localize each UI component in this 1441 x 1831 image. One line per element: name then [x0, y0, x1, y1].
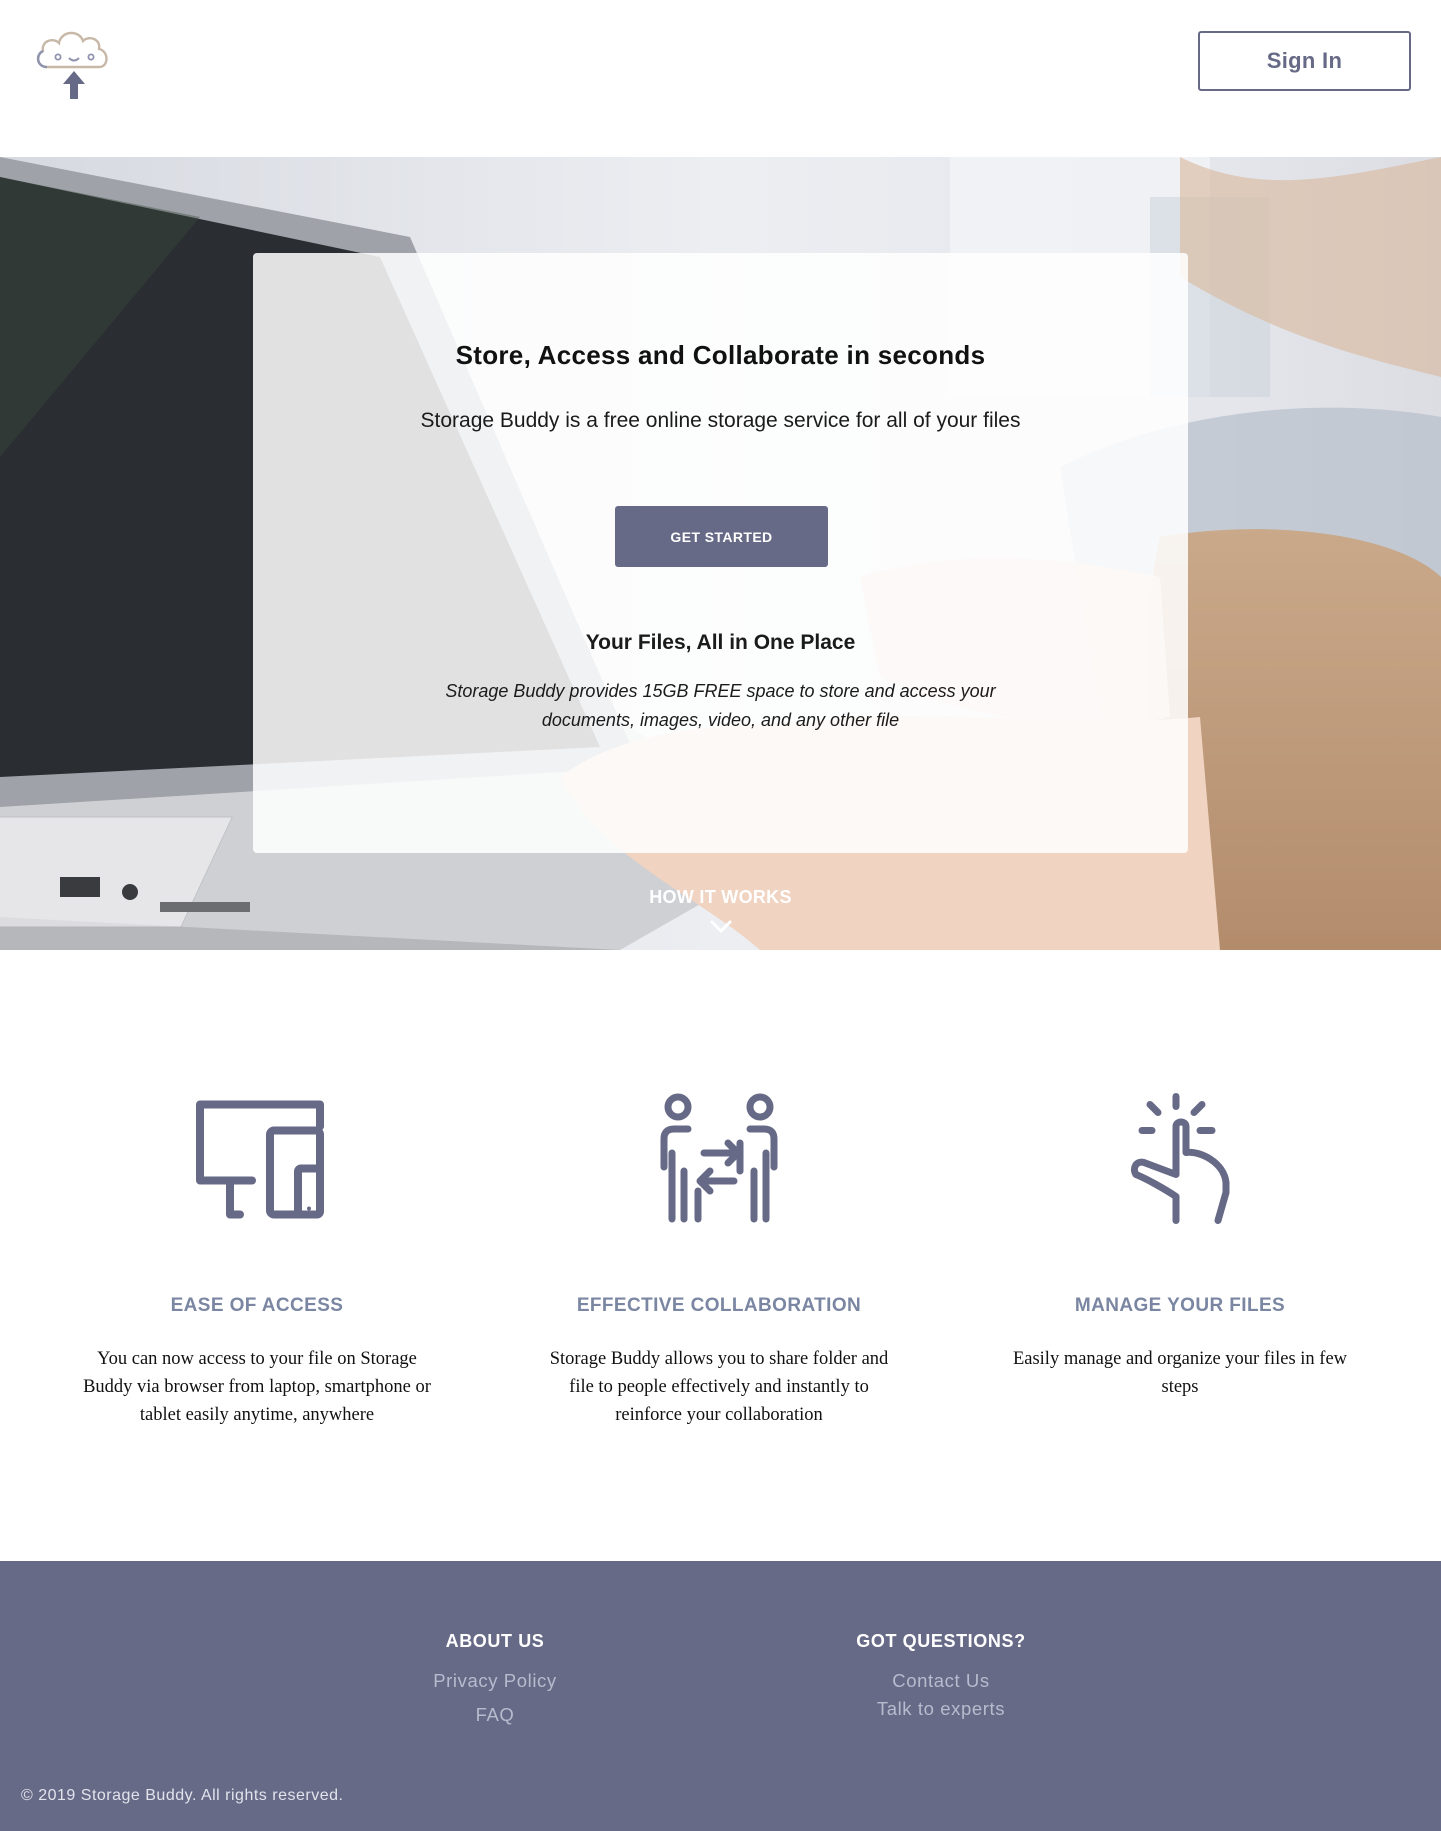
talk-to-experts-link[interactable]: Talk to experts: [791, 1698, 1091, 1720]
faq-link[interactable]: FAQ: [345, 1704, 645, 1726]
hero-section: Store, Access and Collaborate in seconds…: [0, 157, 1441, 950]
hero-card: Store, Access and Collaborate in seconds…: [253, 253, 1188, 853]
hero-title: Store, Access and Collaborate in seconds: [455, 340, 986, 370]
how-it-works-link[interactable]: HOW IT WORKS: [620, 887, 821, 908]
devices-icon: [196, 1100, 324, 1219]
feature-text: Easily manage and organize your files in…: [1012, 1349, 1348, 1397]
footer-about-title: ABOUT US: [445, 1631, 545, 1651]
features-section: EASE OF ACCESS You can now access to you…: [0, 950, 1441, 1561]
files-description: Storage Buddy provides 15GB FREE space t…: [445, 681, 996, 730]
feature-title: EASE OF ACCESS: [170, 1295, 344, 1316]
hero-subtitle: Storage Buddy is a free online storage s…: [420, 409, 1021, 432]
feature-text: You can now access to your file on Stora…: [83, 1349, 431, 1425]
tap-gesture-icon: [1130, 1093, 1230, 1224]
footer-about-column: ABOUT US Privacy Policy FAQ: [345, 1631, 645, 1726]
feature-title: MANAGE YOUR FILES: [1074, 1295, 1286, 1316]
files-heading: Your Files, All in One Place: [585, 631, 856, 654]
cloud-upload-logo-icon[interactable]: [33, 17, 113, 101]
site-header: Sign In: [0, 0, 1441, 157]
feature-text: Storage Buddy allows you to share folder…: [549, 1349, 889, 1425]
contact-us-link[interactable]: Contact Us: [791, 1670, 1091, 1692]
privacy-policy-link[interactable]: Privacy Policy: [345, 1670, 645, 1692]
site-footer: ABOUT US Privacy Policy FAQ GOT QUESTION…: [0, 1561, 1441, 1831]
chevron-down-icon[interactable]: [709, 919, 733, 935]
footer-questions-column: GOT QUESTIONS? Contact Us Talk to expert…: [791, 1631, 1091, 1720]
sign-in-button[interactable]: Sign In: [1198, 31, 1411, 91]
get-started-button[interactable]: GET STARTED: [615, 506, 828, 567]
copyright-text: © 2019 Storage Buddy. All rights reserve…: [21, 1787, 344, 1804]
feature-title: EFFECTIVE COLLABORATION: [576, 1295, 862, 1316]
collaboration-icon: [660, 1093, 778, 1223]
footer-questions-title: GOT QUESTIONS?: [856, 1631, 1026, 1651]
